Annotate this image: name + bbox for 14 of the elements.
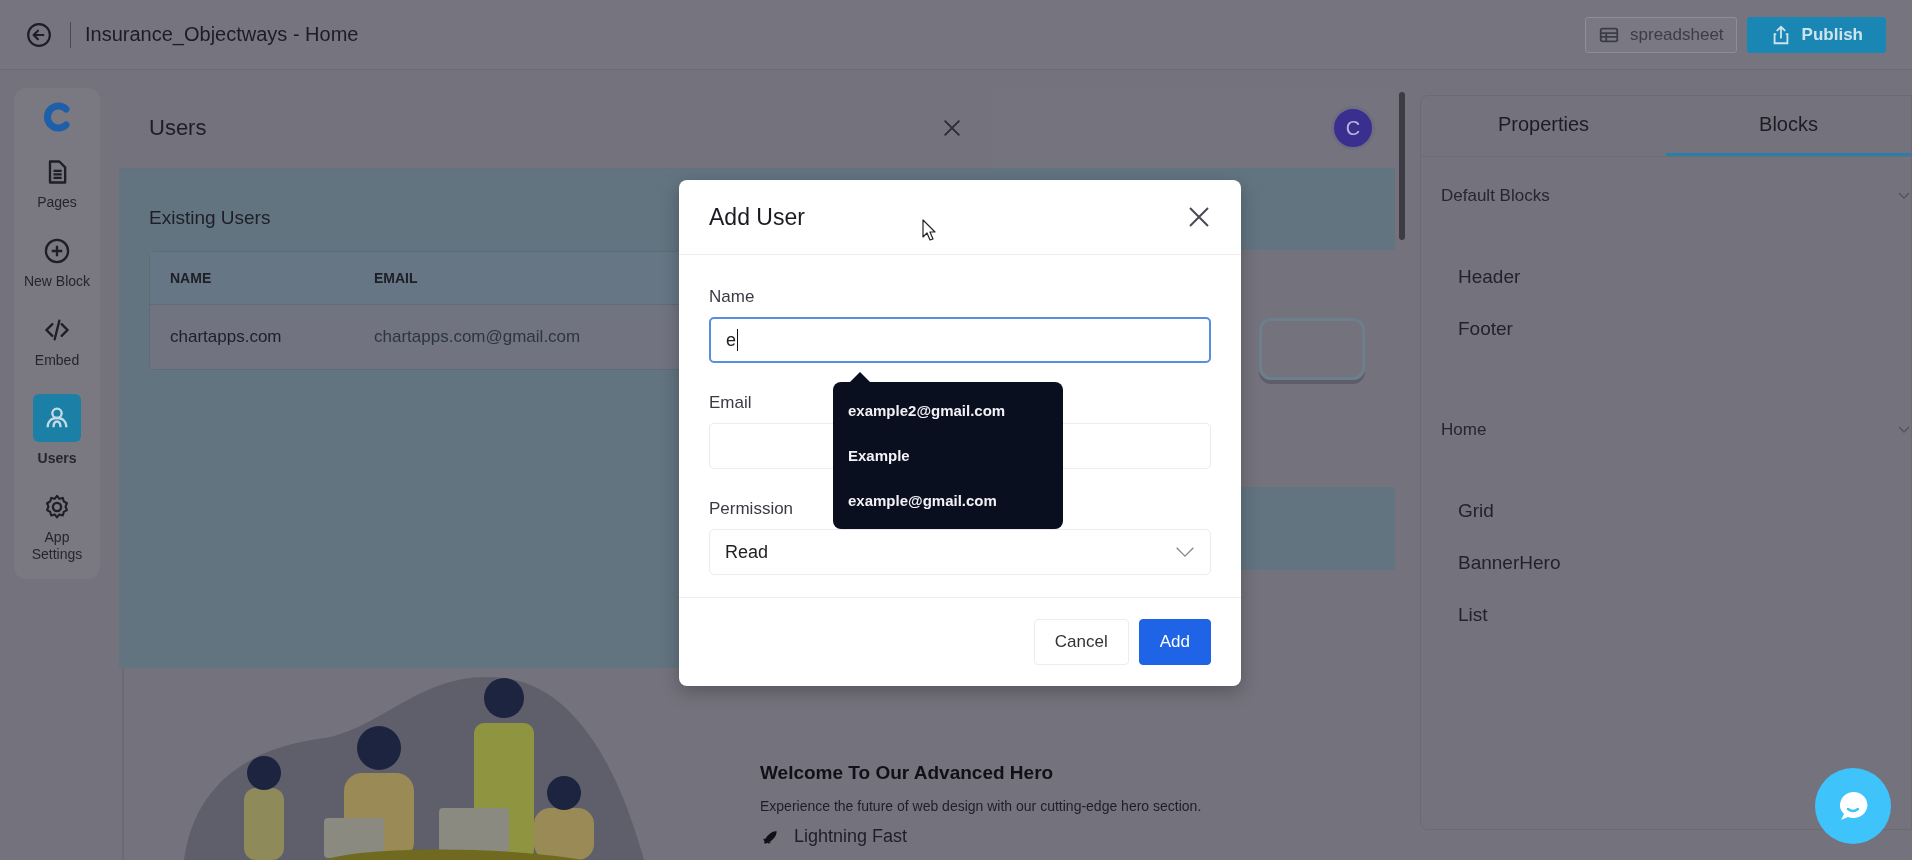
dialog-title: Add User	[709, 203, 805, 231]
table-cell-text: chartapps.com@gmail.com	[373, 327, 581, 347]
field-label: Permission	[709, 499, 794, 520]
hero-subtitle: Experience the future of web design with our cutting-edge hero section.	[760, 798, 1202, 814]
table-cell-text: chartapps.com	[169, 327, 283, 347]
panel-title: Users	[149, 115, 207, 141]
page-title: Insurance_Objectways - Home	[85, 23, 359, 46]
column-header: NAME	[169, 270, 213, 286]
field-label: Email	[709, 393, 752, 414]
hero-title: Welcome To Our Advanced Hero	[760, 762, 1055, 784]
column-header: EMAIL	[373, 270, 418, 286]
section-title: Existing Users	[149, 207, 271, 229]
feature-label: Lightning Fast	[794, 826, 908, 847]
field-label: Name	[709, 287, 755, 308]
